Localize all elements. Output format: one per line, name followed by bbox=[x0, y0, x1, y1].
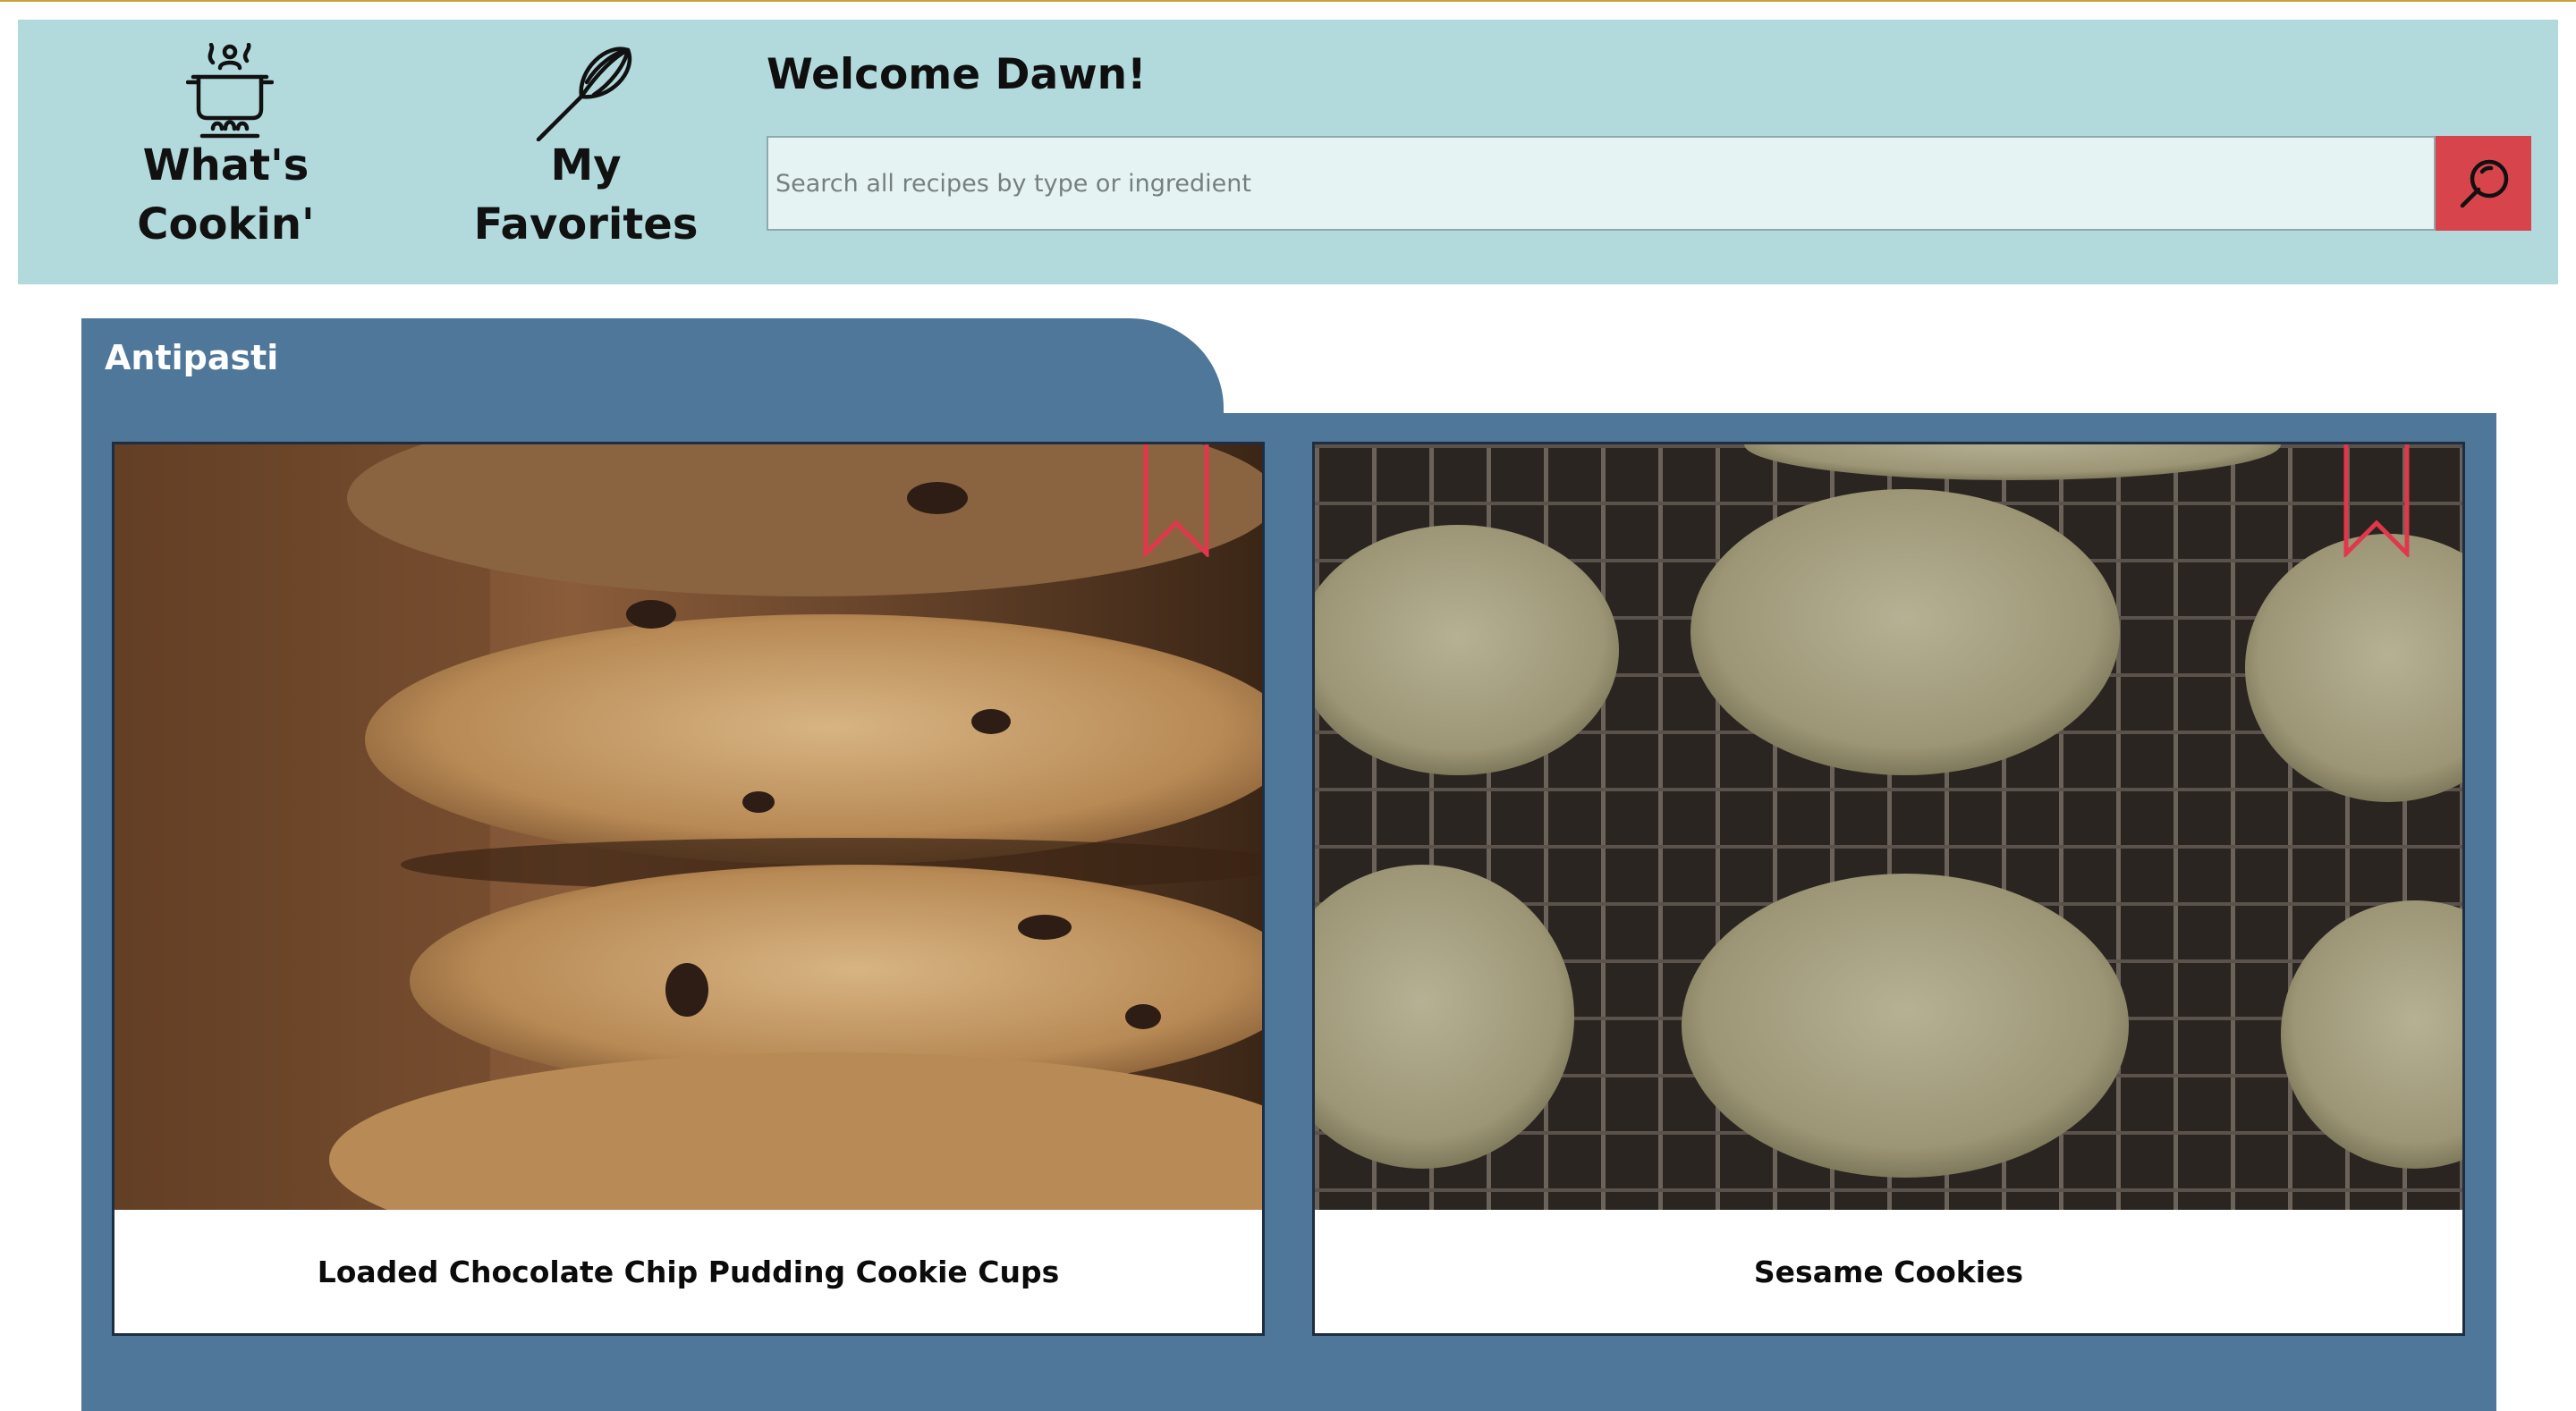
recipe-card-title: Loaded Chocolate Chip Pudding Cookie Cup… bbox=[317, 1254, 1060, 1289]
cooking-pot-icon bbox=[186, 43, 274, 139]
search-input[interactable] bbox=[767, 136, 2436, 231]
whisk-icon bbox=[536, 46, 632, 141]
nav-my-favorites-label-line1: My bbox=[550, 140, 622, 190]
recipe-card[interactable]: Sesame Cookies bbox=[1312, 442, 2465, 1336]
bookmark-icon[interactable] bbox=[2343, 444, 2410, 557]
welcome-message: Welcome Dawn! bbox=[767, 50, 1147, 99]
search-bar bbox=[767, 136, 2531, 231]
nav-whats-cookin[interactable]: What's Cookin' bbox=[89, 20, 362, 284]
search-button[interactable] bbox=[2436, 136, 2531, 231]
nav-whats-cookin-label-line1: What's bbox=[142, 140, 309, 190]
bookmark-icon[interactable] bbox=[1143, 444, 1209, 557]
recipe-card-image bbox=[1315, 444, 2462, 1210]
sesame-cookies-on-rack-photo bbox=[1315, 444, 2462, 1210]
app-header: What's Cookin' My Favorites Welcome Dawn… bbox=[18, 20, 2558, 284]
recipe-card-title: Sesame Cookies bbox=[1753, 1254, 2024, 1289]
top-accent-rule bbox=[0, 0, 2576, 2]
section-title: Antipasti bbox=[105, 338, 279, 377]
section-panel: Loaded Chocolate Chip Pudding Cookie Cup… bbox=[81, 413, 2496, 1411]
recipe-card-image bbox=[114, 444, 1262, 1210]
nav-whats-cookin-label-line2: Cookin' bbox=[137, 199, 315, 249]
nav-my-favorites[interactable]: My Favorites bbox=[447, 20, 724, 284]
nav-my-favorites-label-line2: Favorites bbox=[473, 199, 699, 249]
recipe-card[interactable]: Loaded Chocolate Chip Pudding Cookie Cup… bbox=[112, 442, 1265, 1336]
search-icon bbox=[2460, 159, 2509, 208]
chocolate-chip-cookie-stack-photo bbox=[114, 444, 1262, 1210]
section-tab: Antipasti bbox=[81, 318, 1224, 413]
